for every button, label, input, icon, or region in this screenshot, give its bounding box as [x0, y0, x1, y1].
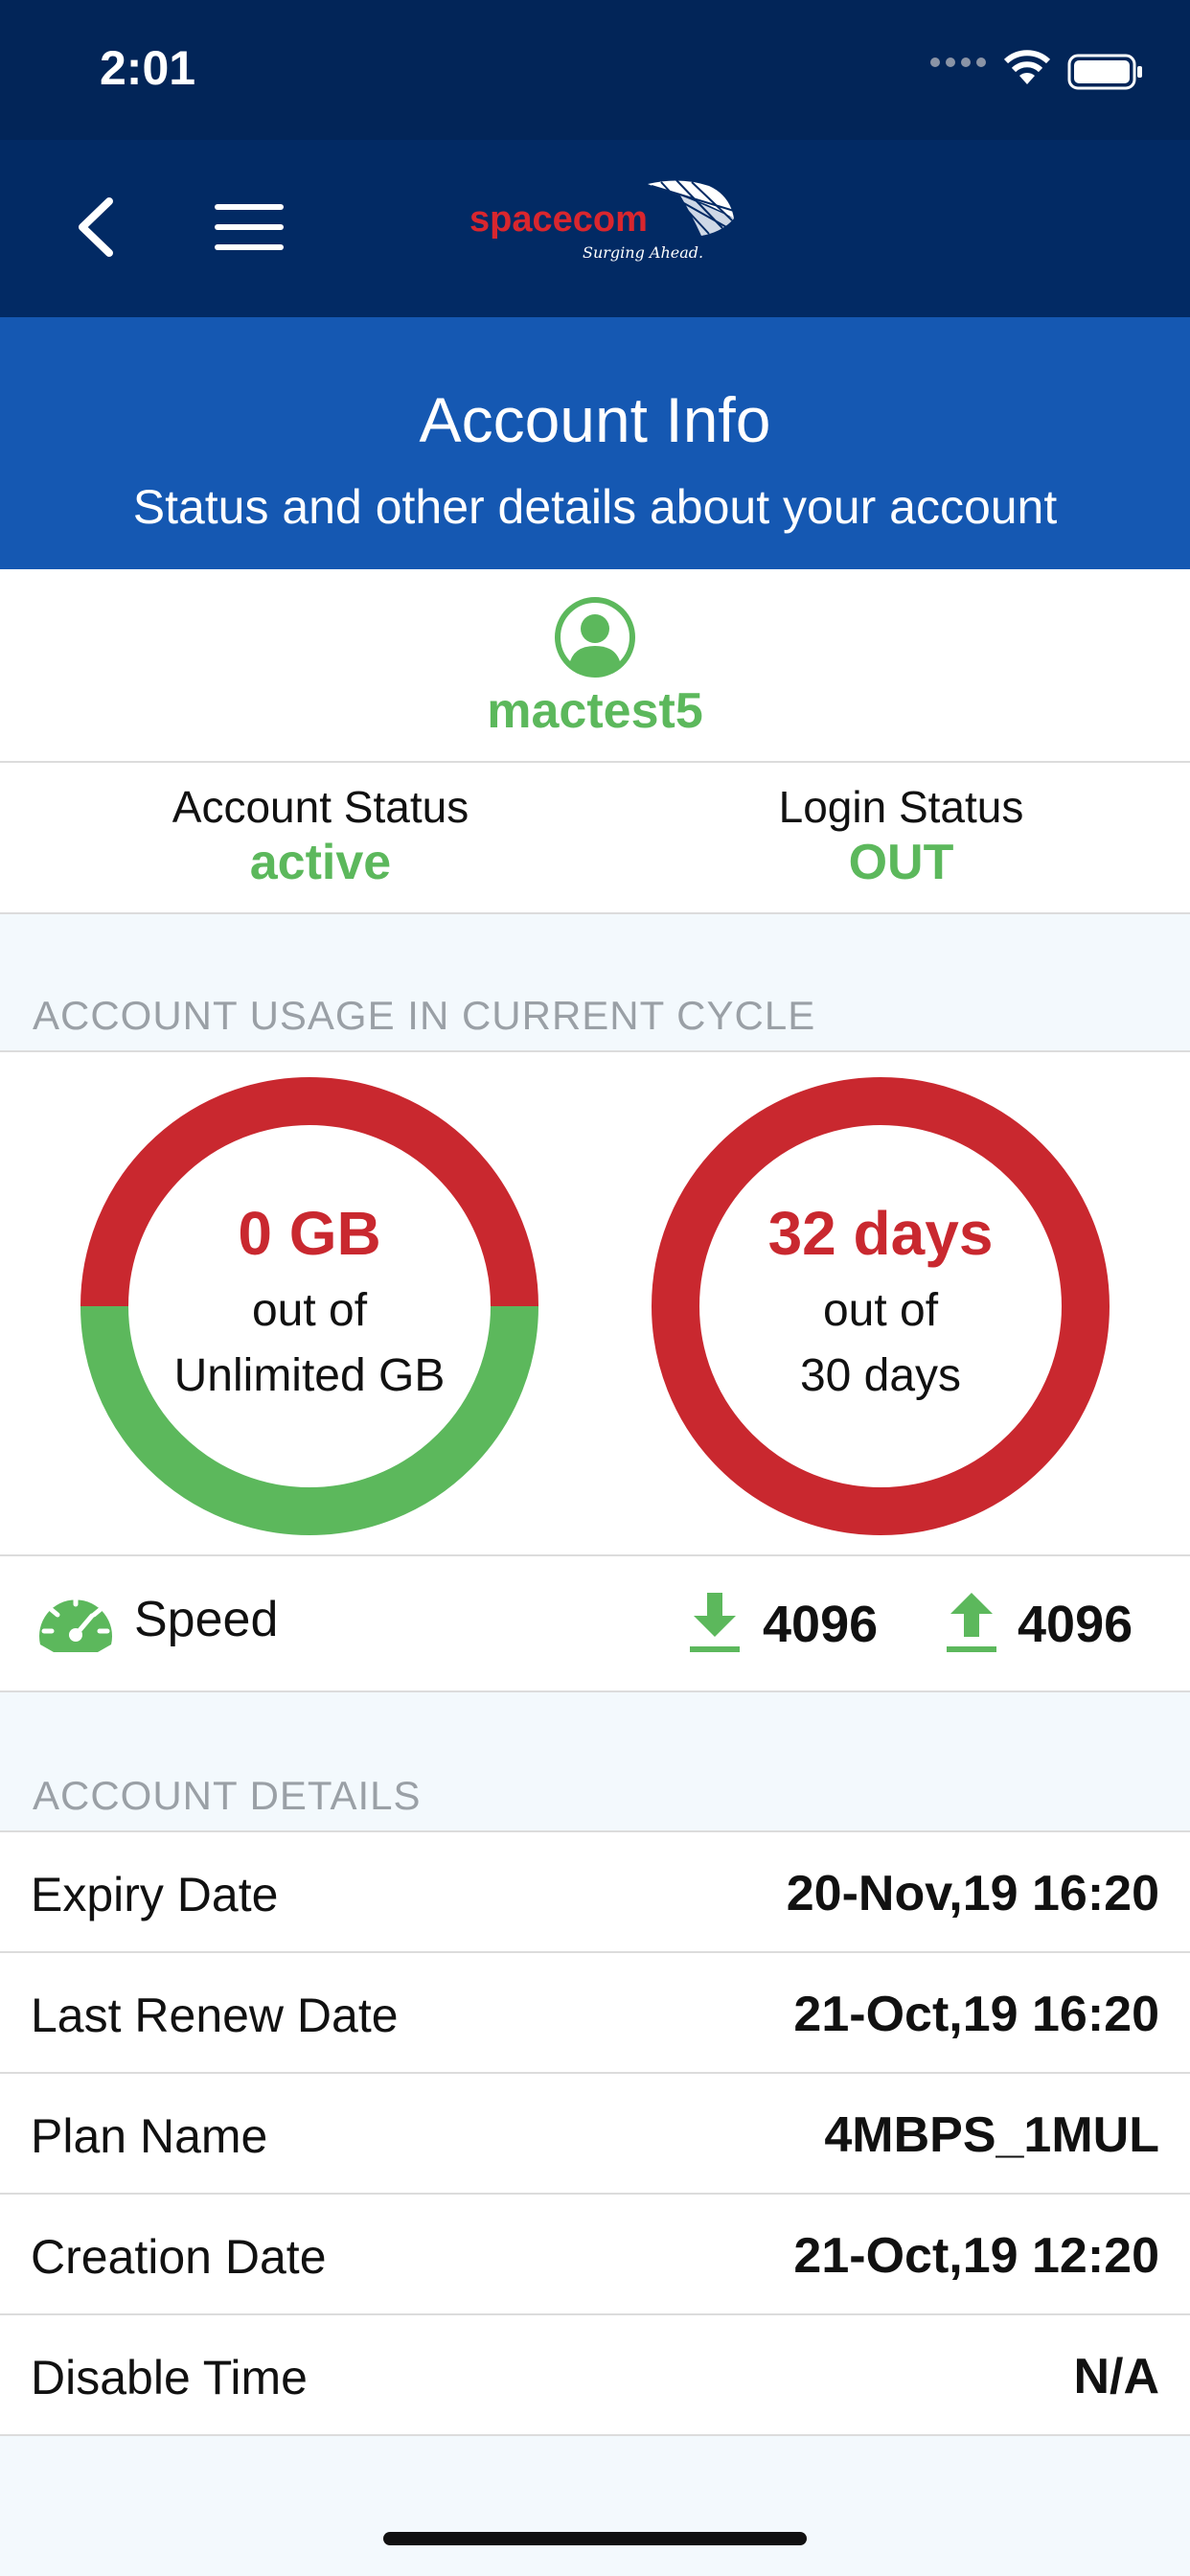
menu-icon[interactable]	[211, 196, 287, 258]
detail-label: Last Renew Date	[31, 1989, 399, 2042]
speedometer-icon	[39, 1594, 112, 1652]
data-usage-outof: out of	[251, 1285, 368, 1336]
time-usage-limit: 30 days	[799, 1350, 962, 1401]
upload-speed: 4096	[1018, 1596, 1133, 1653]
page-title: Account Info	[419, 384, 771, 455]
detail-value: N/A	[1073, 2349, 1159, 2404]
account-status-label: Account Status	[172, 782, 469, 832]
detail-label: Plan Name	[31, 2109, 268, 2163]
time-usage-value: 32 days	[767, 1199, 994, 1268]
account-status-value: active	[249, 835, 392, 890]
spacecom-logo: spacecom Surging Ahead.	[469, 172, 738, 278]
upload-icon	[947, 1593, 996, 1652]
download-icon	[690, 1593, 740, 1652]
globe-mark-icon	[648, 179, 735, 236]
wifi-icon	[1003, 50, 1051, 84]
divider	[0, 912, 1190, 914]
battery-icon	[1067, 54, 1142, 90]
detail-value: 21-Oct,19 16:20	[793, 1987, 1159, 2042]
signal-icon	[930, 58, 986, 67]
details-section-title: ACCOUNT DETAILS	[33, 1773, 422, 1818]
page-subtitle: Status and other details about your acco…	[132, 480, 1058, 534]
detail-label: Expiry Date	[31, 1868, 279, 1921]
username: mactest5	[487, 683, 703, 739]
detail-value: 21-Oct,19 12:20	[793, 2228, 1159, 2284]
detail-value: 4MBPS_1MUL	[824, 2107, 1159, 2163]
time-usage-outof: out of	[822, 1285, 939, 1336]
logo-tagline: Surging Ahead.	[583, 243, 704, 262]
home-indicator[interactable]	[383, 2532, 807, 2545]
divider	[0, 1690, 1190, 1692]
data-usage-limit: Unlimited GB	[173, 1350, 446, 1401]
user-avatar-icon	[555, 597, 635, 678]
detail-value: 20-Nov,19 16:20	[786, 1866, 1159, 1921]
data-usage-value: 0 GB	[238, 1199, 381, 1268]
status-time: 2:01	[100, 41, 196, 95]
speed-label: Speed	[134, 1592, 279, 1647]
back-icon[interactable]	[59, 184, 136, 270]
detail-label: Disable Time	[31, 2351, 308, 2404]
detail-label: Creation Date	[31, 2230, 327, 2284]
login-status-label: Login Status	[778, 782, 1024, 832]
usage-section-title: ACCOUNT USAGE IN CURRENT CYCLE	[33, 993, 816, 1038]
download-speed: 4096	[763, 1596, 879, 1653]
logo-text: spacecom	[469, 199, 648, 240]
login-status-value: OUT	[848, 835, 954, 890]
divider	[0, 2434, 1190, 2436]
ring-remaining-arc	[80, 1305, 538, 1535]
